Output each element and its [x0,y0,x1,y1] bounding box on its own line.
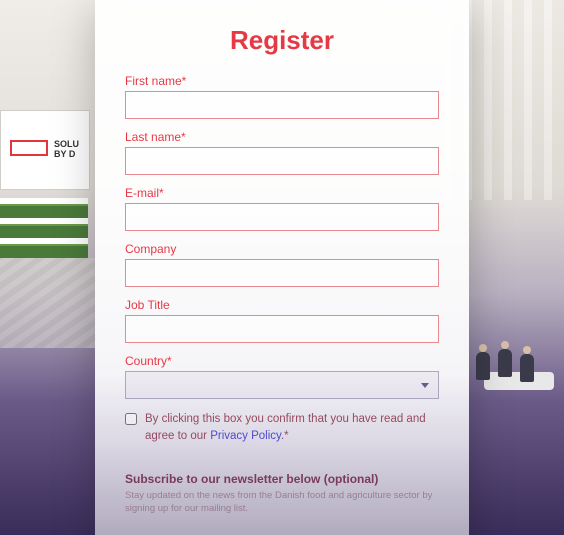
consent-text: By clicking this box you confirm that yo… [145,411,439,446]
label-company: Company [125,242,439,256]
label-job-title: Job Title [125,298,439,312]
newsletter-title: Subscribe to our newsletter below (optio… [125,472,439,486]
input-job-title[interactable] [125,315,439,343]
input-email[interactable] [125,203,439,231]
select-country[interactable] [125,371,439,399]
field-last-name: Last name* [125,130,439,175]
label-country: Country* [125,354,439,368]
bg-stairs [0,258,95,348]
field-first-name: First name* [125,74,439,119]
field-company: Company [125,242,439,287]
bg-booth-text: SOLUBY D [54,140,79,160]
newsletter-subtitle: Stay updated on the news from the Danish… [125,489,439,516]
input-last-name[interactable] [125,147,439,175]
register-modal: Register First name* Last name* E-mail* … [95,0,469,535]
field-email: E-mail* [125,186,439,231]
input-company[interactable] [125,259,439,287]
checkbox-consent[interactable] [125,413,137,425]
page-title: Register [125,25,439,56]
bg-logo-badge [10,140,48,156]
bg-people-group [466,325,556,385]
input-first-name[interactable] [125,91,439,119]
consent-suffix: .* [281,430,289,442]
consent-row: By clicking this box you confirm that yo… [125,411,439,446]
label-first-name: First name* [125,74,439,88]
newsletter-section: Subscribe to our newsletter below (optio… [125,472,439,516]
label-last-name: Last name* [125,130,439,144]
privacy-policy-link[interactable]: Privacy Policy [210,430,281,442]
field-country: Country* [125,354,439,399]
label-email: E-mail* [125,186,439,200]
bg-greenery-shelves [0,198,88,258]
select-wrapper [125,371,439,399]
field-job-title: Job Title [125,298,439,343]
